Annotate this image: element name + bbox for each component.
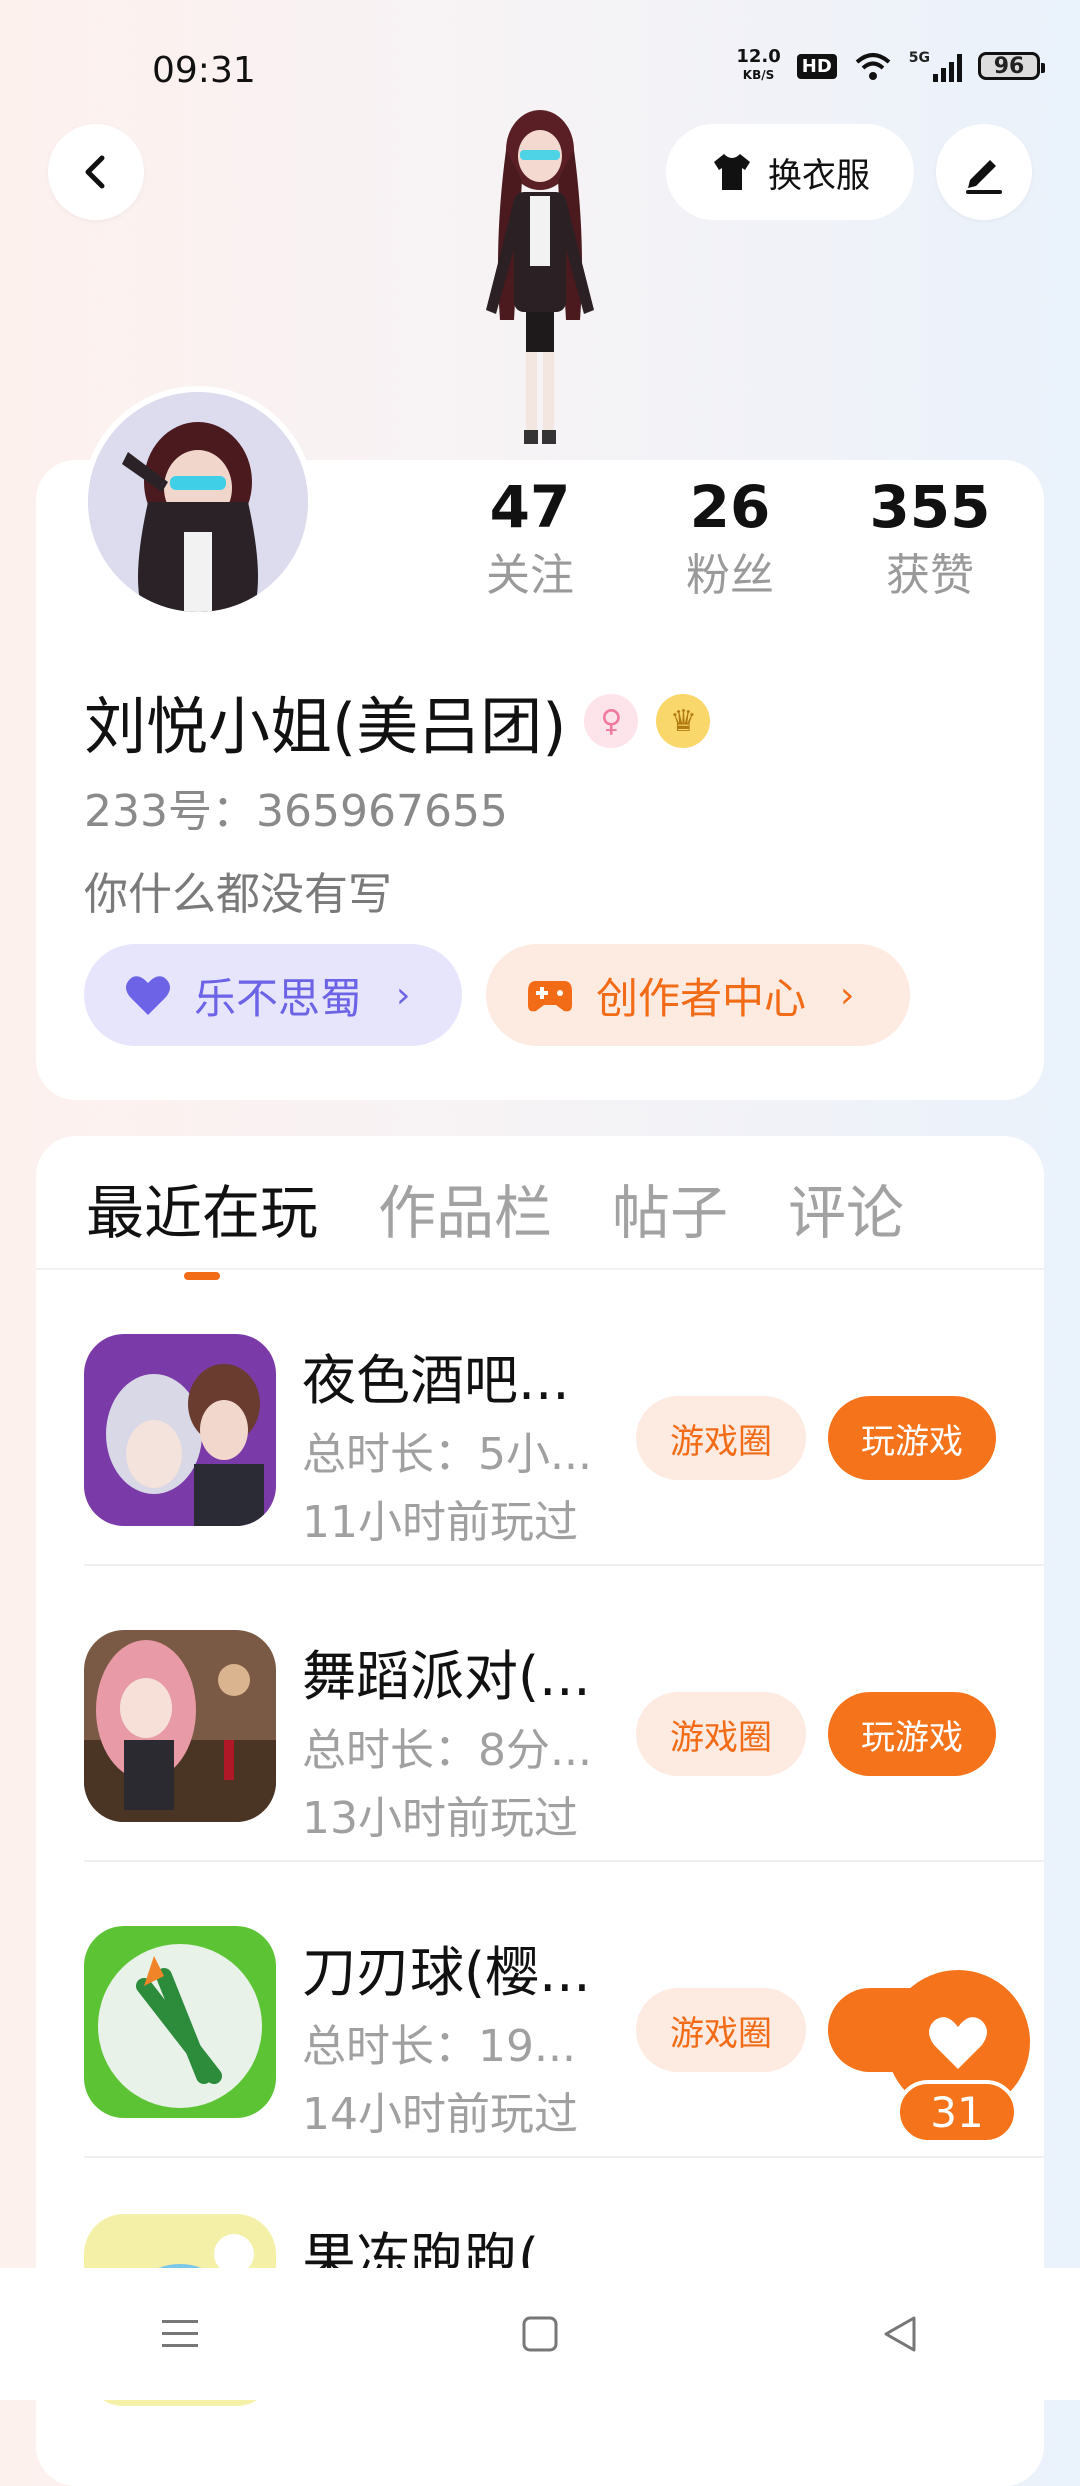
tab-works[interactable]: 作品栏 — [378, 1166, 552, 1280]
user-id: 233号：365967655 — [84, 786, 508, 837]
avatar-image — [88, 392, 308, 612]
avatar[interactable] — [82, 386, 314, 618]
change-outfit-button[interactable]: 换衣服 — [666, 124, 914, 220]
tab-posts[interactable]: 帖子 — [612, 1166, 728, 1280]
chevron-right-icon: › — [840, 974, 855, 1016]
hd-icon: HD — [796, 53, 837, 79]
change-outfit-label: 换衣服 — [768, 155, 870, 196]
creator-center-button[interactable]: 创作者中心 › — [486, 944, 910, 1046]
list-item[interactable]: 夜色酒吧... 总时长：5小... 11小时前玩过 游戏圈 玩游戏 — [36, 1270, 1044, 1566]
edit-profile-button[interactable] — [936, 124, 1032, 220]
like-count: 31 — [896, 2080, 1018, 2144]
menu-nav-button[interactable] — [140, 2294, 220, 2374]
profile-stats: 47 关注 26 粉丝 355 获赞 — [430, 474, 1030, 604]
group-pill-button[interactable]: 乐不思蜀 › — [84, 944, 462, 1046]
group-pill-label: 乐不思蜀 — [194, 973, 363, 1023]
game-title: 刀刃球(樱... — [302, 1941, 591, 2004]
name-row: 刘悦小姐(美吕团) ♀ ♛ — [84, 676, 711, 766]
last-played: 11小时前玩过 — [302, 1497, 578, 1548]
game-icon[interactable] — [84, 1926, 276, 2118]
tshirt-icon — [714, 154, 750, 190]
game-circle-button[interactable]: 游戏圈 — [636, 1988, 806, 2072]
game-duration: 总时长：8分... — [302, 1725, 592, 1776]
stat-following[interactable]: 47 关注 — [430, 474, 630, 604]
tab-comments[interactable]: 评论 — [788, 1166, 904, 1280]
game-circle-button[interactable]: 游戏圈 — [636, 1692, 806, 1776]
character-figure — [486, 110, 594, 444]
play-game-button[interactable]: 玩游戏 — [828, 1692, 996, 1776]
square-icon — [522, 2316, 558, 2352]
pencil-icon — [966, 160, 1002, 194]
play-game-button[interactable]: 玩游戏 — [828, 1396, 996, 1480]
stat-likes[interactable]: 355 获赞 — [830, 474, 1030, 604]
status-time: 09:31 — [152, 50, 256, 91]
cellular-signal-icon: 5G — [909, 50, 962, 82]
wifi-icon — [855, 53, 891, 80]
back-button[interactable] — [48, 124, 144, 220]
creator-center-label: 创作者中心 — [596, 973, 807, 1023]
chevron-right-icon: › — [396, 974, 411, 1016]
heart-icon — [126, 976, 170, 1015]
network-speed: 12.0 KB/S — [736, 46, 781, 83]
female-gender-icon: ♀ — [584, 694, 639, 748]
game-circle-button[interactable]: 游戏圈 — [636, 1396, 806, 1480]
profile-tabs: 最近在玩 作品栏 帖子 评论 — [86, 1166, 904, 1280]
home-nav-button[interactable] — [500, 2294, 580, 2374]
system-nav-bar — [0, 2268, 1080, 2400]
last-played: 13小时前玩过 — [302, 1793, 578, 1844]
status-icons: 12.0 KB/S HD 5G 96 — [736, 46, 1045, 84]
triangle-back-icon — [884, 2316, 916, 2352]
profile-bio: 你什么都没有写 — [84, 869, 392, 920]
tab-recently-played[interactable]: 最近在玩 — [86, 1166, 318, 1280]
gamepad-icon — [528, 981, 572, 1012]
heart-icon — [929, 2017, 987, 2069]
battery-icon: 96 — [978, 52, 1045, 80]
game-icon[interactable] — [84, 1334, 276, 1526]
game-title: 舞蹈派对(... — [302, 1645, 591, 1708]
stat-followers[interactable]: 26 粉丝 — [630, 474, 830, 604]
crown-icon[interactable]: ♛ — [656, 694, 711, 748]
game-duration: 总时长：19... — [302, 2021, 576, 2072]
game-duration: 总时长：5小... — [302, 1429, 592, 1480]
menu-icon — [162, 2320, 198, 2347]
list-item[interactable]: 舞蹈派对(... 总时长：8分... 13小时前玩过 游戏圈 玩游戏 — [36, 1566, 1044, 1862]
chevron-left-icon — [85, 155, 105, 189]
last-played: 14小时前玩过 — [302, 2089, 578, 2140]
game-icon[interactable] — [84, 1630, 276, 1822]
game-title: 夜色酒吧... — [302, 1349, 570, 1412]
back-nav-button[interactable] — [860, 2294, 940, 2374]
profile-name: 刘悦小姐(美吕团) — [84, 690, 567, 763]
